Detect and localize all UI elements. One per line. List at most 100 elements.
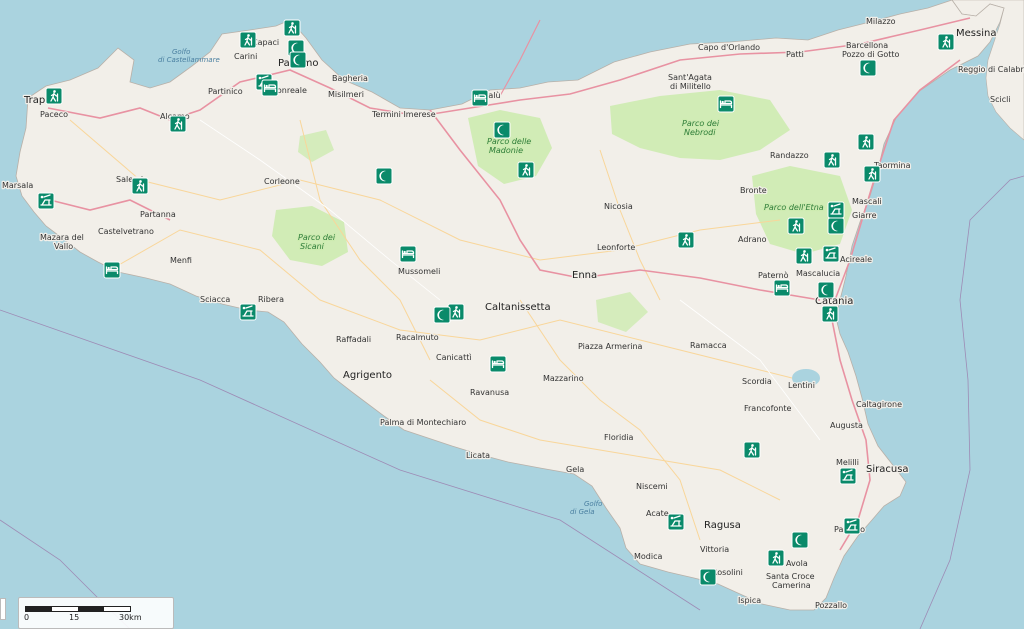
town-label-ramacca: Ramacca [690,341,727,350]
poi-marker-sunbed[interactable] [239,303,257,321]
poi-marker-hiking[interactable] [857,133,875,151]
town-label-capo-d-orlando: Capo d'Orlando [698,43,760,52]
scale-label-30km: 30km [119,613,142,622]
poi-marker-sunbed[interactable] [822,245,840,263]
town-label-santa-croce: Santa Croce [766,572,815,581]
town-label-corleone: Corleone [264,177,300,186]
town-label-pozzo-di-gotto: Pozzo di Gotto [842,50,899,59]
park-label-parco-dei-sicani-2: Sicani [300,242,325,251]
poi-marker-crescent[interactable] [827,217,845,235]
poi-marker-crescent[interactable] [817,281,835,299]
poi-marker-sunbed[interactable] [827,201,845,219]
poi-marker-hiking[interactable] [767,549,785,567]
park-label-parco-dell-etna: Parco dell'Etna [764,203,824,212]
city-label-messina: Messina [956,28,996,39]
poi-marker-sunbed[interactable] [37,192,55,210]
scale-label-0: 0 [24,613,30,622]
town-label-barcellona: Barcellona [846,41,888,50]
poi-marker-hiking[interactable] [283,19,301,37]
city-label-agrigento: Agrigento [343,370,392,381]
town-label-giarre: Giarre [852,211,877,220]
town-label-caltagirone: Caltagirone [856,400,902,409]
map-canvas[interactable]: PalermoCataniaMessinaCaltanissettaAgrige… [0,0,1024,629]
town-label-raffadali: Raffadali [336,335,371,344]
poi-marker-hiking[interactable] [863,165,881,183]
poi-marker-hiking[interactable] [45,87,63,105]
city-label-ragusa: Ragusa [704,520,741,531]
poi-marker-bed[interactable] [773,279,791,297]
sea-label-golfo-di-gela-2: di Gela [570,508,595,516]
park-label-parco-dei-nebrodi: Parco dei [682,119,720,128]
town-label-bagheria: Bagheria [332,74,368,83]
poi-marker-crescent[interactable] [375,167,393,185]
town-label-rosolini: Rosolini [712,568,743,577]
poi-marker-hiking[interactable] [743,441,761,459]
poi-marker-crescent[interactable] [289,51,307,69]
town-label-marsala: Marsala [2,181,33,190]
poi-marker-crescent[interactable] [493,121,511,139]
poi-marker-hiking[interactable] [677,231,695,249]
poi-marker-hiking[interactable] [169,115,187,133]
town-label-castelvetrano: Castelvetrano [98,227,154,236]
town-label-niscemi: Niscemi [636,482,668,491]
town-label-nicosia: Nicosia [604,202,633,211]
town-label-francofonte: Francofonte [744,404,791,413]
town-label-scicli: Scicli [990,95,1011,104]
poi-marker-hiking[interactable] [239,31,257,49]
poi-marker-bed[interactable] [261,79,279,97]
town-label-paceco: Paceco [40,110,68,119]
town-label-misilmeri: Misilmeri [328,90,364,99]
poi-marker-sunbed[interactable] [667,513,685,531]
poi-marker-hiking[interactable] [131,177,149,195]
town-label-lentini: Lentini [788,381,815,390]
town-label-modica: Modica [634,552,662,561]
town-label-scordia: Scordia [742,377,772,386]
town-label-partinico: Partinico [208,87,243,96]
city-label-siracusa: Siracusa [866,464,909,475]
poi-marker-bed[interactable] [471,89,489,107]
poi-marker-crescent[interactable] [699,568,717,586]
town-label-floridia: Floridia [604,433,634,442]
sea-label-golfo-di-castellammare-2: di Castellammare [158,56,220,64]
park-label-parco-dei-nebrodi-2: Nebrodi [684,128,716,137]
town-label-carini: Carini [234,52,257,61]
town-label-gela: Gela [566,465,584,474]
poi-marker-bed[interactable] [489,355,507,373]
town-label-melilli: Melilli [836,458,859,467]
poi-marker-hiking[interactable] [517,161,535,179]
town-label-avola: Avola [786,559,808,568]
zoom-control-edge[interactable] [0,598,6,620]
poi-marker-bed[interactable] [717,95,735,113]
poi-marker-hiking[interactable] [821,305,839,323]
town-label-vallo: Vallo [54,242,73,251]
town-label-ispica: Ispica [738,596,761,605]
town-label-palma-di-montechiaro: Palma di Montechiaro [380,418,466,427]
town-label-acireale: Acireale [840,255,872,264]
poi-marker-hiking[interactable] [823,151,841,169]
poi-marker-sunbed[interactable] [839,467,857,485]
town-label-patern: Paternò [758,270,789,280]
poi-marker-crescent[interactable] [433,306,451,324]
town-label-di-militello: di Militello [670,82,711,91]
poi-marker-crescent[interactable] [791,531,809,549]
town-label-canicatt: Canicattì [436,353,472,362]
scale-bar: 0 15 30km [18,597,174,629]
town-label-termini-imerese: Termini Imerese [371,110,436,119]
town-label-milazzo: Milazzo [866,17,896,26]
poi-marker-crescent[interactable] [859,59,877,77]
poi-marker-hiking[interactable] [795,247,813,265]
poi-marker-hiking[interactable] [937,33,955,51]
town-label-partanna: Partanna [140,210,176,219]
poi-marker-hiking[interactable] [787,217,805,235]
city-label-caltanissetta: Caltanissetta [485,302,551,313]
poi-marker-sunbed[interactable] [843,517,861,535]
park-label-parco-delle-madonie-2: Madonie [489,146,523,155]
poi-marker-bed[interactable] [103,261,121,279]
sea-label-golfo-di-gela: Golfo [584,500,602,508]
town-label-augusta: Augusta [830,421,863,430]
park-label-parco-dei-sicani: Parco dei [298,233,336,242]
town-label-menfi: Menfi [170,256,192,265]
poi-marker-bed[interactable] [399,245,417,263]
town-label-pozzallo: Pozzallo [815,601,847,610]
park-label-parco-delle-madonie: Parco delle [487,137,531,146]
